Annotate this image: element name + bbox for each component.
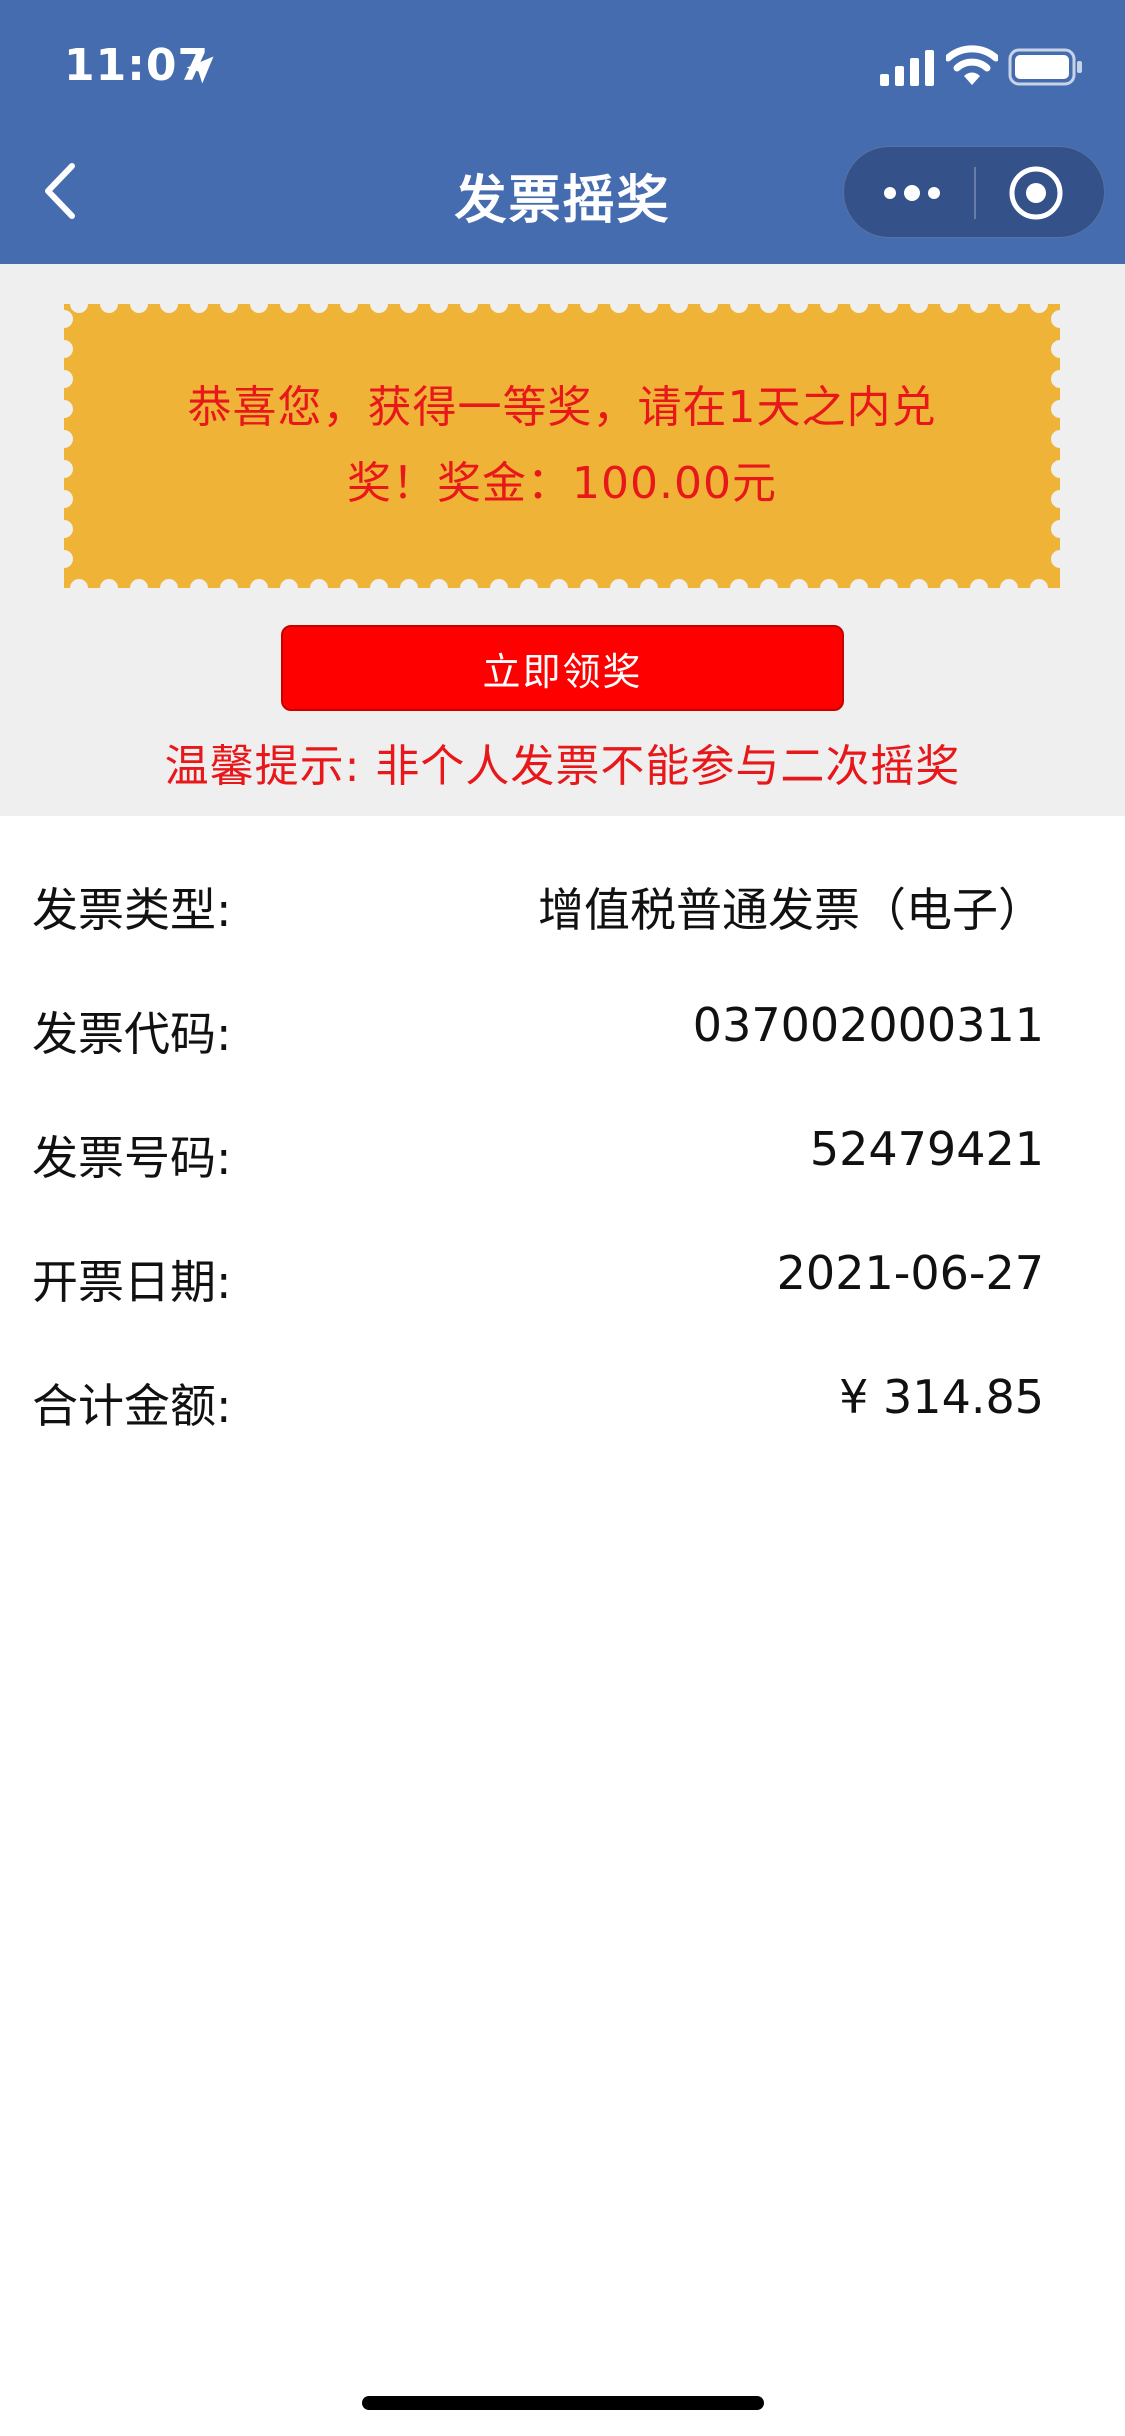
invoice-total-value: ¥ 314.85 (839, 1370, 1044, 1424)
header-bar: 11:07 发票摇奖 (0, 0, 1125, 264)
mini-program-capsule (843, 146, 1105, 238)
invoice-code-label: 发票代码: (32, 1007, 232, 1061)
cellular-signal-icon (880, 50, 934, 86)
prize-message-line1: 恭喜您，获得一等奖，请在1天之内兑 (187, 382, 937, 433)
invoice-type-row: 发票类型: 增值税普通发票（电子） (32, 874, 1044, 954)
invoice-code-value: 037002000311 (692, 998, 1044, 1052)
invoice-total-label: 合计金额: (32, 1379, 232, 1433)
invoice-date-label: 开票日期: (32, 1255, 232, 1309)
invoice-type-label: 发票类型: (32, 883, 232, 937)
invoice-type-value: 增值税普通发票（电子） (538, 883, 1044, 937)
invoice-total-row: 合计金额: ¥ 314.85 (32, 1370, 1044, 1450)
wifi-icon (946, 45, 998, 85)
prize-message-line2: 奖！奖金：100.00元 (347, 458, 777, 509)
capsule-divider (974, 167, 976, 219)
invoice-date-value: 2021-06-27 (776, 1246, 1044, 1300)
prize-message: 恭喜您，获得一等奖，请在1天之内兑 奖！奖金：100.00元 (104, 304, 1020, 588)
warm-tip: 温馨提示: 非个人发票不能参与二次摇奖 (164, 741, 961, 792)
invoice-number-label: 发票号码: (32, 1131, 232, 1185)
location-arrow-icon (186, 56, 214, 84)
close-target-icon[interactable] (1008, 165, 1064, 221)
more-dots-icon[interactable] (880, 177, 944, 209)
claim-prize-button[interactable]: 立即领奖 (281, 625, 844, 711)
battery-icon (1008, 48, 1082, 86)
prize-ticket: 恭喜您，获得一等奖，请在1天之内兑 奖！奖金：100.00元 (64, 304, 1060, 588)
invoice-number-value: 52479421 (809, 1122, 1044, 1176)
invoice-number-row: 发票号码: 52479421 (32, 1122, 1044, 1202)
home-indicator[interactable] (362, 2396, 764, 2410)
invoice-code-row: 发票代码: 037002000311 (32, 998, 1044, 1078)
invoice-date-row: 开票日期: 2021-06-27 (32, 1246, 1044, 1326)
